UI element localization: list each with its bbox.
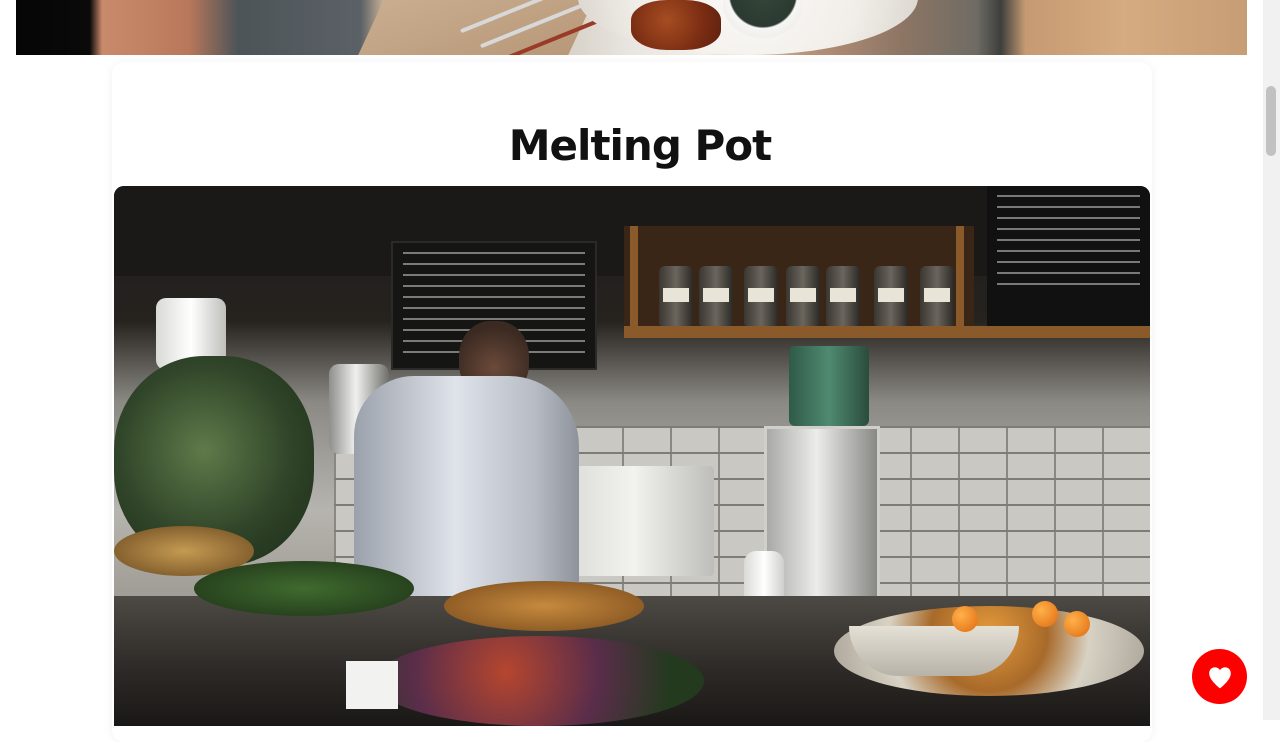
photo-orange <box>952 606 978 632</box>
photo-food <box>444 581 644 631</box>
photo-orange <box>1032 601 1058 627</box>
photo-food <box>194 561 414 616</box>
photo-jar <box>826 266 860 326</box>
heart-icon <box>1208 666 1231 688</box>
scrollbar-track[interactable] <box>1263 0 1280 720</box>
restaurant-photo <box>114 186 1150 726</box>
scrollbar-thumb[interactable] <box>1266 86 1276 156</box>
banner-food <box>631 0 721 50</box>
photo-jar <box>874 266 908 326</box>
restaurant-title: Melting Pot <box>508 121 772 170</box>
photo-food <box>374 636 704 726</box>
photo-bowl <box>849 626 1019 676</box>
banner-napkin <box>358 0 594 55</box>
photo-jar <box>699 266 733 326</box>
photo-shelf <box>624 326 1150 338</box>
photo-orange <box>1064 611 1090 637</box>
photo-menu-board-right <box>987 186 1150 326</box>
header-banner-image <box>16 0 1247 55</box>
favorite-button[interactable] <box>1192 649 1247 704</box>
photo-price-tag <box>346 661 398 709</box>
photo-jar <box>786 266 820 326</box>
photo-shelf-side <box>956 226 964 336</box>
photo-cups <box>789 346 869 426</box>
photo-jar <box>920 266 954 326</box>
photo-shelf-side <box>630 226 638 336</box>
photo-jar <box>744 266 778 326</box>
photo-jar <box>659 266 693 326</box>
